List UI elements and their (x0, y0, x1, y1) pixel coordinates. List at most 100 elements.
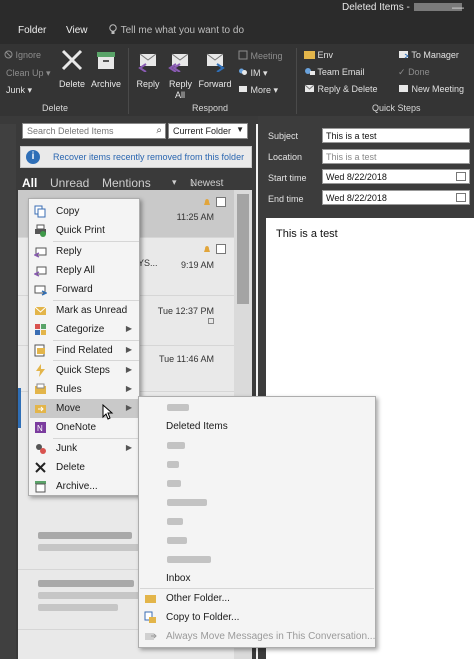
im-label: IM (250, 68, 261, 78)
start-time-value: Wed 8/22/2018 (326, 172, 387, 182)
menu-item-quick-steps[interactable]: Quick Steps ▶ (30, 361, 138, 380)
submenu-item-copy-to-folder[interactable]: Copy to Folder... (140, 608, 374, 628)
filter-all[interactable]: All (22, 176, 37, 190)
location-label: Location (268, 152, 303, 162)
calendar-icon[interactable] (456, 172, 466, 181)
submenu-folder-item[interactable] (140, 531, 374, 551)
reply-all-icon (34, 266, 47, 277)
menu-item-label: Forward (56, 284, 93, 295)
menu-item-onenote[interactable]: N OneNote (30, 418, 138, 437)
reply-icon (34, 247, 47, 258)
menu-item-reply[interactable]: Reply (30, 242, 138, 261)
submenu-folder-item[interactable] (140, 455, 374, 475)
tab-view[interactable]: View (66, 25, 88, 36)
arrow-down-icon: ↓ (190, 178, 195, 189)
archive-icon (97, 52, 115, 69)
filter-unread[interactable]: Unread (50, 176, 89, 190)
delete-group-label: Delete (42, 103, 69, 113)
search-icon[interactable]: ⌕ (156, 125, 162, 136)
reply-all-button[interactable]: Reply All (164, 48, 196, 101)
end-time-field[interactable]: Wed 8/22/2018 (322, 190, 470, 205)
minimize-button[interactable]: — (452, 0, 464, 14)
recover-items-bar: i Recover items recently removed from th… (20, 146, 252, 168)
menu-item-junk[interactable]: Junk ▶ (30, 439, 138, 458)
calendar-icon[interactable] (456, 193, 466, 202)
tell-me-box[interactable]: Tell me what you want to do (108, 24, 244, 36)
menu-item-copy[interactable]: Copy (30, 202, 138, 221)
forward-button[interactable]: Forward (196, 48, 234, 90)
filter-dropdown-icon[interactable]: ▾ (172, 177, 177, 188)
submenu-folder-item[interactable] (140, 398, 374, 418)
search-input[interactable]: Search Deleted Items ⌕ (22, 123, 166, 139)
copy-icon (34, 205, 46, 218)
chevron-down-icon: ▾ (273, 85, 279, 95)
submenu-folder-item[interactable] (140, 474, 374, 494)
archive-button[interactable]: Archive (88, 48, 124, 90)
quickstep-team-email[interactable]: Team Email (304, 67, 364, 81)
submenu-item-deleted-items[interactable]: Deleted Items (140, 417, 374, 437)
folder-pane-collapsed[interactable] (0, 124, 16, 659)
menu-item-label: Copy (56, 206, 80, 217)
menu-item-label: Reply All (56, 265, 95, 276)
junk-button[interactable]: Junk ▾ (6, 85, 32, 99)
submenu-arrow-icon: ▶ (125, 324, 132, 333)
submenu-folder-item[interactable] (140, 512, 374, 532)
submenu-folder-item[interactable] (140, 493, 374, 513)
menu-item-mark-unread[interactable]: Mark as Unread (30, 301, 138, 320)
meeting-button[interactable]: Meeting (238, 50, 283, 64)
quickstep-new-meeting[interactable]: New Meeting (398, 84, 464, 98)
location-field[interactable]: This is a test (322, 149, 470, 164)
submenu-item-other-folder[interactable]: Other Folder... (140, 589, 374, 609)
scrollbar-thumb[interactable] (237, 194, 249, 304)
cleanup-button[interactable]: Clean Up ▾ (6, 68, 51, 82)
menu-item-reply-all[interactable]: Reply All (30, 261, 138, 280)
respond-group-label: Respond (192, 103, 229, 113)
menu-item-categorize[interactable]: Categorize ▶ (30, 320, 138, 339)
selection-marker (18, 388, 21, 428)
menu-item-label: Reply (56, 246, 82, 257)
message-time: Tue 12:37 PM (157, 306, 214, 316)
menu-item-archive[interactable]: Archive... (30, 477, 138, 496)
submenu-item-label: Always Move Messages in This Conversatio… (166, 631, 376, 642)
delete-button[interactable]: Delete (56, 48, 88, 90)
blurred-folder-name (167, 537, 187, 544)
start-time-field[interactable]: Wed 8/22/2018 (322, 169, 470, 184)
filter-mentions[interactable]: Mentions (102, 176, 151, 190)
search-scope-dropdown[interactable]: Current Folder ▼ (168, 123, 248, 139)
recover-items-link[interactable]: Recover items recently removed from this… (53, 152, 244, 162)
message-time: 9:19 AM (180, 260, 214, 270)
quickstep-done[interactable]: ✓ Done (398, 67, 430, 81)
menu-item-delete[interactable]: Delete (30, 458, 138, 477)
menu-item-move[interactable]: Move ▶ (30, 399, 138, 418)
folder-icon (145, 595, 156, 603)
svg-text:N: N (37, 424, 43, 433)
blurred-folder-name (167, 480, 181, 487)
more-respond-button[interactable]: More ▾ (238, 84, 278, 98)
tab-folder[interactable]: Folder (18, 25, 46, 36)
quickstep-to-manager[interactable]: To Manager (398, 50, 459, 64)
blurred-subject (38, 544, 148, 551)
submenu-folder-item[interactable] (140, 550, 374, 570)
location-value: This is a test (326, 152, 377, 162)
submenu-folder-item[interactable] (140, 436, 374, 456)
quickstep-reply-delete[interactable]: Reply & Delete (304, 84, 378, 98)
message-snippet: YS... (138, 258, 158, 268)
menu-item-forward[interactable]: Forward (30, 280, 138, 299)
reply-button[interactable]: Reply (132, 48, 164, 90)
meeting-label: Meeting (250, 51, 283, 61)
quickstep-env[interactable]: Env (304, 50, 333, 64)
menu-item-label: Mark as Unread (56, 305, 128, 316)
blurred-folder-name (167, 556, 211, 563)
menu-item-label: Categorize (56, 324, 105, 335)
reminder-bell-icon (202, 197, 212, 207)
submenu-item-inbox[interactable]: Inbox (140, 569, 374, 589)
submenu-arrow-icon: ▶ (125, 443, 132, 452)
submenu-item-always-move[interactable]: Always Move Messages in This Conversatio… (140, 627, 376, 647)
menu-item-rules[interactable]: Rules ▶ (30, 380, 138, 399)
menu-item-quick-print[interactable]: Quick Print (30, 221, 138, 240)
im-button[interactable]: IM ▾ (238, 67, 268, 81)
subject-field[interactable]: This is a test (322, 128, 470, 143)
ribbon: Ignore Clean Up ▾ Junk ▾ Delete Archive … (0, 44, 474, 116)
ignore-button[interactable]: Ignore (4, 50, 41, 64)
menu-item-find-related[interactable]: Find Related ▶ (30, 341, 138, 360)
